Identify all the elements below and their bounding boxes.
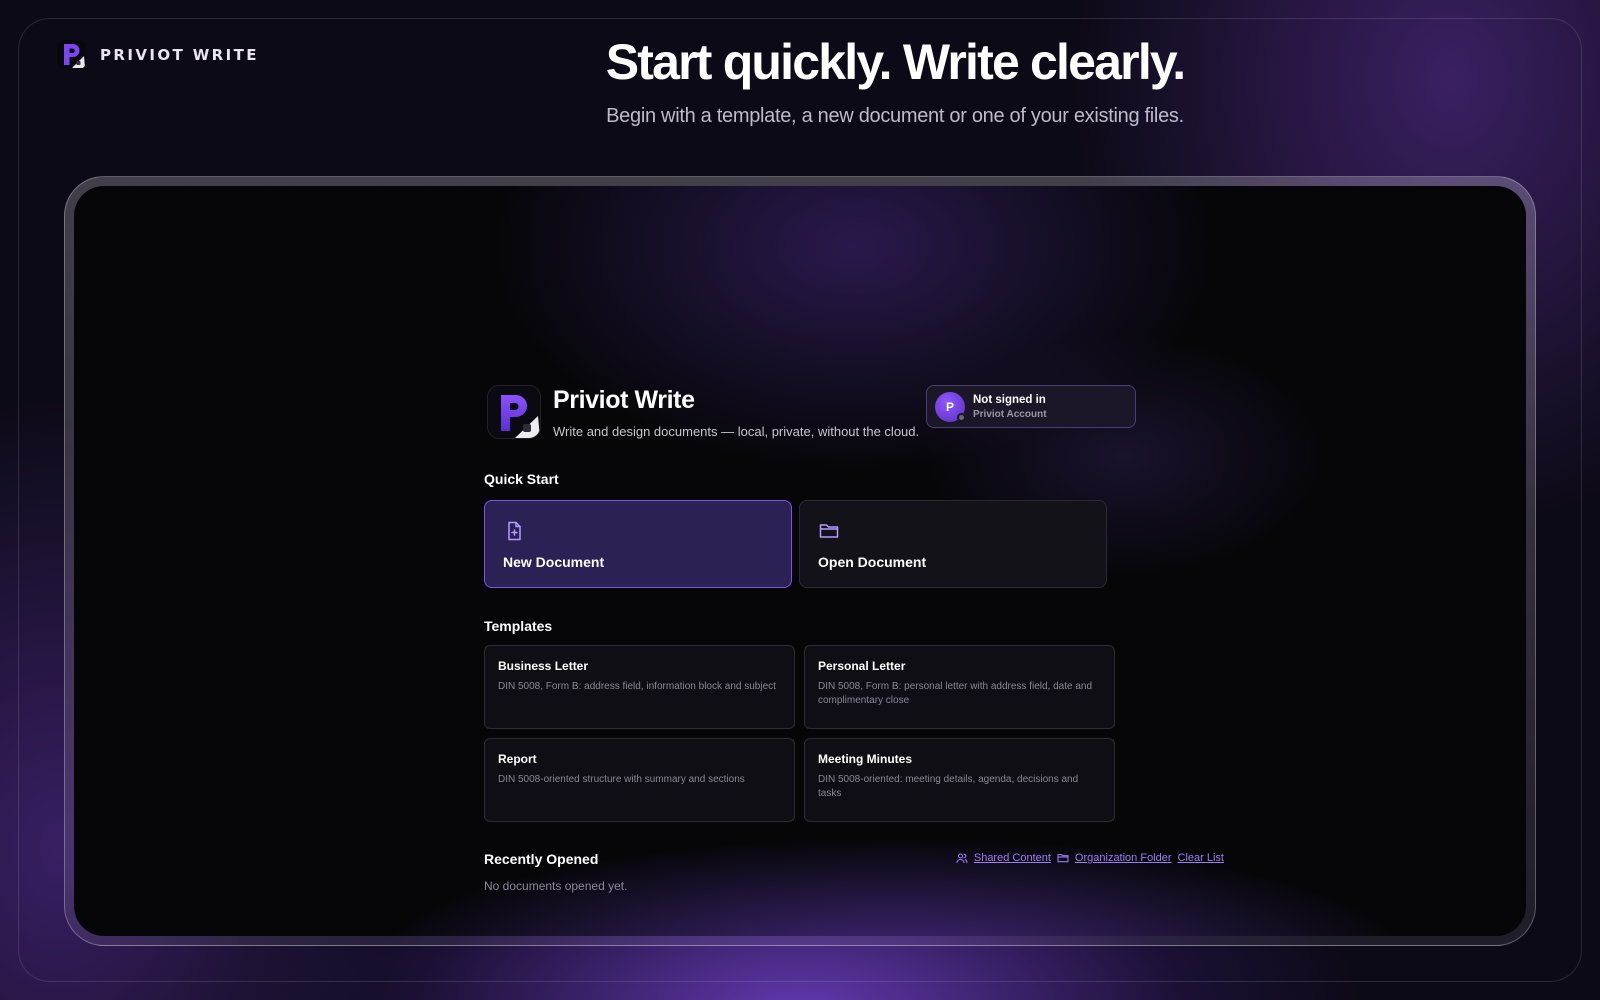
template-description: DIN 5008, Form B: personal letter with a… [818,681,1093,706]
account-label: Priviot Account [973,408,1047,420]
template-business-letter[interactable]: Business Letter DIN 5008, Form B: addres… [484,645,795,729]
template-title: Business Letter [498,659,589,673]
users-icon [956,853,968,864]
template-description: DIN 5008, Form B: address field, informa… [498,681,776,692]
account-info: Not signed in Priviot Account [973,394,1047,420]
app-header: Priviot Write Write and design documents… [484,385,1224,445]
new-document-label: New Document [503,554,605,570]
folder-icon [819,524,839,538]
template-title: Report [498,752,537,766]
start-screen: Priviot Write Write and design documents… [484,186,1224,936]
app-title: Priviot Write [553,386,695,414]
clear-list-link[interactable]: Clear List [1178,852,1224,864]
open-document-button[interactable]: Open Document [799,500,1107,588]
open-document-label: Open Document [818,554,927,570]
app-logo-icon [487,385,541,439]
hero-subtitle: Begin with a template, a new document or… [606,105,1184,127]
recent-actions: Shared Content Organization Folder Clear… [956,852,1224,864]
device-frame: Priviot Write Write and design documents… [64,176,1536,946]
templates-heading: Templates [484,618,553,634]
app-screen: Priviot Write Write and design documents… [74,186,1526,936]
avatar-initial: P [945,399,954,414]
shared-content-link[interactable]: Shared Content [974,852,1051,864]
account-status: Not signed in [973,393,1046,406]
organization-folder-link[interactable]: Organization Folder [1075,852,1172,864]
account-button[interactable]: P Not signed in Priviot Account [926,385,1136,428]
avatar: P [935,391,966,422]
template-description: DIN 5008-oriented: meeting details, agen… [818,774,1079,799]
new-document-button[interactable]: New Document [484,500,792,588]
template-title: Personal Letter [818,659,906,673]
template-report[interactable]: Report DIN 5008-oriented structure with … [484,738,795,822]
folder-icon [1057,853,1069,863]
template-personal-letter[interactable]: Personal Letter DIN 5008, Form B: person… [804,645,1115,729]
new-document-icon [508,521,521,541]
template-description: DIN 5008-oriented structure with summary… [498,774,745,785]
quick-start-heading: Quick Start [484,471,559,487]
app-tagline: Write and design documents — local, priv… [553,424,920,439]
recent-empty-text: No documents opened yet. [484,879,628,893]
hero-title: Start quickly. Write clearly. [605,34,1186,90]
template-meeting-minutes[interactable]: Meeting Minutes DIN 5008-oriented: meeti… [804,738,1115,822]
status-dot [957,412,966,422]
template-title: Meeting Minutes [818,752,913,766]
recently-opened-heading: Recently Opened [484,851,599,867]
